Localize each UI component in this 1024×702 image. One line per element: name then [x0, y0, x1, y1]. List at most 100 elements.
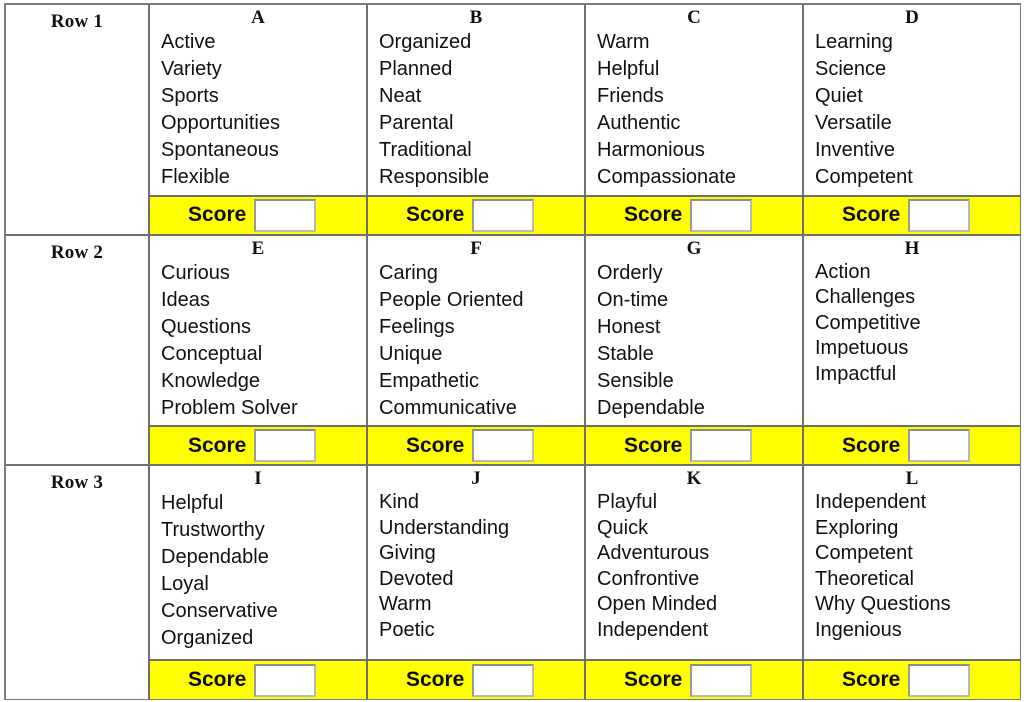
score-input-f[interactable] — [472, 429, 535, 463]
trait-item: Orderly — [597, 261, 663, 284]
trait-item: Impetuous — [815, 337, 909, 360]
score-cell-a: Score — [150, 196, 368, 234]
trait-item: Confrontive — [597, 567, 700, 590]
trait-item: Opportunities — [161, 112, 280, 134]
column-letter: K — [686, 468, 702, 490]
score-label: Score — [842, 668, 901, 691]
trait-item: Understanding — [379, 516, 510, 539]
trait-list: Curious Ideas Questions Conceptual Knowledge… — [150, 258, 366, 422]
score-label: Score — [842, 203, 901, 227]
score-input-a[interactable] — [254, 198, 317, 232]
trait-item: Communicative — [379, 396, 517, 419]
trait-item: Giving — [379, 542, 436, 565]
score-input-j[interactable] — [472, 663, 535, 697]
score-label: Score — [188, 668, 247, 691]
trait-item: Playful — [597, 491, 658, 514]
column-letter: F — [470, 237, 482, 259]
score-cell-c: Score — [586, 196, 804, 234]
trait-item: Neat — [379, 85, 422, 107]
trait-item: Competent — [815, 166, 913, 188]
score-input-g[interactable] — [690, 429, 753, 463]
trait-item: Conservative — [161, 600, 278, 623]
column-letter: G — [686, 237, 702, 259]
trait-columns: E Curious Ideas Questions Conceptual Knowledg… — [150, 235, 1020, 426]
trait-item: Trustworthy — [161, 519, 265, 542]
trait-item: Active — [161, 31, 216, 53]
trait-columns: A Active Variety Sports Opportunities Spontan… — [150, 5, 1020, 195]
trait-list: Active Variety Sports Opportunities Spontane… — [150, 27, 366, 191]
score-input-k[interactable] — [690, 663, 753, 697]
score-cell-e: Score — [150, 427, 368, 465]
score-cell-l: Score — [804, 661, 1020, 699]
score-input-b[interactable] — [472, 198, 535, 232]
trait-item: Stable — [597, 342, 654, 365]
score-input-c[interactable] — [690, 198, 753, 232]
trait-item: Theoretical — [815, 567, 914, 590]
trait-item: Adventurous — [597, 542, 710, 565]
trait-item: Dependable — [161, 546, 269, 569]
trait-item: Parental — [379, 112, 454, 134]
trait-item: Action — [815, 260, 871, 283]
trait-list: Learning Science Quiet Versatile Inventive Co… — [804, 27, 1020, 191]
score-input-e[interactable] — [254, 429, 317, 463]
score-label: Score — [188, 203, 247, 227]
trait-item: Independent — [597, 618, 709, 641]
score-label: Score — [406, 203, 465, 227]
trait-item: Devoted — [379, 567, 454, 590]
trait-item: Curious — [161, 261, 230, 284]
trait-item: Organized — [379, 31, 472, 53]
trait-item: Impactful — [815, 362, 897, 385]
score-input-d[interactable] — [908, 198, 971, 232]
score-cell-h: Score — [804, 427, 1020, 465]
score-label: Score — [406, 433, 465, 457]
trait-item: On-time — [597, 288, 669, 311]
trait-item: Spontaneous — [161, 139, 279, 161]
score-input-l[interactable] — [908, 663, 971, 697]
trait-column-a: A Active Variety Sports Opportunities Spontan… — [150, 5, 368, 195]
column-letter: H — [904, 237, 920, 259]
trait-item: Organized — [161, 627, 254, 650]
trait-item: Poetic — [379, 618, 435, 641]
column-letter: A — [251, 7, 265, 28]
trait-columns: I Helpful Trustworthy Dependable Loyal Conser… — [150, 466, 1020, 659]
trait-column-c: C Warm Helpful Friends Authentic Harmonious Co… — [586, 5, 804, 195]
score-label: Score — [406, 668, 465, 691]
row-label: Row 3 — [50, 472, 104, 494]
score-cell-d: Score — [804, 196, 1020, 234]
score-label: Score — [624, 433, 683, 457]
trait-item: Open Minded — [597, 593, 718, 616]
column-letter: J — [471, 468, 481, 490]
trait-list: Action Challenges Competitive Impetuous Impa… — [804, 258, 1020, 388]
trait-item: Learning — [815, 31, 893, 53]
score-cell-k: Score — [586, 661, 804, 699]
trait-item: Why Questions — [815, 593, 951, 616]
score-band: Score Score Score Score — [150, 194, 1020, 234]
trait-item: Traditional — [379, 139, 472, 161]
trait-item: Problem Solver — [161, 396, 298, 419]
trait-item: Kind — [379, 491, 420, 514]
trait-list: Kind Understanding Giving Devoted Warm Poetic — [368, 488, 584, 643]
trait-column-i: I Helpful Trustworthy Dependable Loyal Conser… — [150, 466, 368, 659]
trait-item: Conceptual — [161, 342, 263, 365]
column-letter: C — [687, 7, 701, 28]
score-input-h[interactable] — [908, 429, 971, 463]
column-letter: L — [905, 468, 919, 490]
score-label: Score — [624, 668, 683, 691]
trait-list: Helpful Trustworthy Dependable Loyal Conserv… — [150, 488, 366, 652]
score-band: Score Score Score Score — [150, 659, 1020, 699]
trait-column-j: J Kind Understanding Giving Devoted Warm Poeti… — [368, 466, 586, 659]
trait-item: Quick — [597, 516, 649, 539]
trait-item: Quiet — [815, 85, 863, 107]
trait-item: Independent — [815, 491, 927, 514]
score-input-i[interactable] — [254, 663, 317, 697]
columns-area: I Helpful Trustworthy Dependable Loyal Conser… — [150, 466, 1020, 699]
trait-column-b: B Organized Planned Neat Parental Traditional… — [368, 5, 586, 195]
trait-item: Versatile — [815, 112, 892, 134]
row-label-cell: Row 1 — [6, 5, 150, 234]
trait-item: Caring — [379, 261, 438, 284]
trait-grid-sheet: Row 1 A Active Variety Sports Opportunities Sp… — [4, 3, 1021, 700]
trait-item: Competitive — [815, 311, 921, 334]
trait-column-l: L Independent Exploring Competent Theoretica… — [804, 466, 1020, 659]
columns-area: A Active Variety Sports Opportunities Spontan… — [150, 5, 1020, 234]
score-cell-g: Score — [586, 427, 804, 465]
